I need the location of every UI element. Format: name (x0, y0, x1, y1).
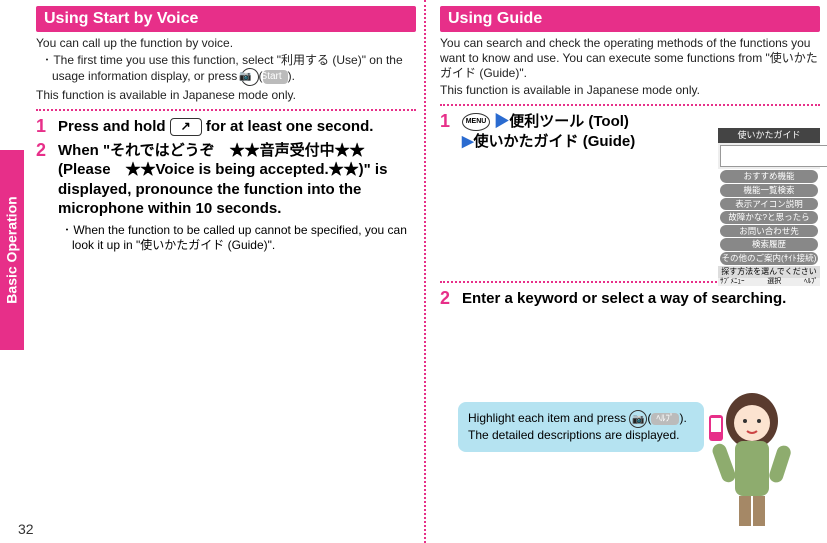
phone-search-row: 検索 (718, 143, 820, 169)
phone-screenshot: 使いかたガイド 検索 おすすめ機能 機能一覧検索 表示アイコン説明 故障かな?と… (718, 128, 820, 286)
right-column: Using Guide You can search and check the… (440, 6, 820, 313)
section-title-left: Using Start by Voice (36, 6, 416, 32)
page-number: 32 (18, 521, 34, 537)
phone-menu-item[interactable]: 機能一覧検索 (720, 184, 818, 197)
step-2-sub: ･ When the function to be called up cann… (58, 223, 416, 254)
softkey-left[interactable]: ｻﾌﾞﾒﾆｭｰ (720, 278, 745, 287)
left-intro: You can call up the function by voice. (36, 36, 416, 51)
help-button: ﾍﾙﾌﾟ (651, 413, 679, 425)
right-note: This function is available in Japanese m… (440, 83, 820, 98)
tip-line2: The detailed descriptions are displayed. (468, 428, 679, 442)
phone-titlebar: 使いかたガイド (718, 128, 820, 143)
step-body: When "それではどうぞ ★★音声受付中★★ (Please ★★Voice … (58, 141, 416, 254)
phone-footer: 探す方法を選んでください (718, 266, 820, 278)
column-divider (424, 0, 426, 543)
step-number: 1 (36, 117, 50, 137)
camera-icon: 📷 (241, 68, 259, 86)
start-button: Start (263, 70, 288, 85)
phone-menu-item[interactable]: おすすめ機能 (720, 170, 818, 183)
tip-bubble: Highlight each item and press 📷(ﾍﾙﾌﾟ). T… (458, 402, 704, 452)
right-intro: You can search and check the operating m… (440, 36, 820, 81)
softkey-mid[interactable]: 選択 (767, 278, 781, 287)
step-number: 1 (440, 112, 454, 132)
phone-menu-item[interactable]: 検索履歴 (720, 238, 818, 251)
left-bullet: ･ The first time you use this function, … (36, 53, 416, 86)
left-column: Using Start by Voice You can call up the… (36, 6, 416, 258)
tip-line1-pre: Highlight each item and press (468, 411, 629, 425)
divider (36, 109, 416, 111)
step-body: Press and hold ↗ for at least one second… (58, 117, 416, 137)
phone-softkeys: ｻﾌﾞﾒﾆｭｰ 選択 ﾍﾙﾌﾟ (718, 278, 820, 287)
step-number: 2 (440, 289, 454, 309)
camera-icon: 📷 (629, 410, 647, 428)
softkey-right[interactable]: ﾍﾙﾌﾟ (804, 278, 818, 287)
woman-illustration (697, 383, 807, 533)
arrow-icon: ▶ (462, 133, 474, 150)
call-key-icon: ↗ (170, 118, 202, 136)
phone-menu-item[interactable]: 表示アイコン説明 (720, 198, 818, 211)
step-2-right: 2 Enter a keyword or select a way of sea… (440, 289, 820, 309)
phone-search-input[interactable] (720, 145, 827, 167)
phone-menu-item[interactable]: その他のご案内(ｻｲﾄ接続) (720, 252, 818, 265)
step-number: 2 (36, 141, 50, 161)
left-note: This function is available in Japanese m… (36, 88, 416, 103)
step-body: Enter a keyword or select a way of searc… (462, 289, 820, 309)
phone-menu-item[interactable]: 故障かな?と思ったら (720, 211, 818, 224)
side-tab: Basic Operation (0, 150, 24, 350)
divider (440, 104, 820, 106)
body-shape (735, 441, 769, 496)
step-2-left: 2 When "それではどうぞ ★★音声受付中★★ (Please ★★Voic… (36, 141, 416, 254)
step-1-left: 1 Press and hold ↗ for at least one seco… (36, 117, 416, 137)
side-tab-label: Basic Operation (4, 196, 20, 303)
phone-menu-item[interactable]: お問い合わせ先 (720, 225, 818, 238)
menu-button-icon: MENU (462, 113, 490, 131)
arrow-icon: ▶ (494, 113, 509, 130)
section-title-right: Using Guide (440, 6, 820, 32)
face-shape (734, 405, 770, 441)
